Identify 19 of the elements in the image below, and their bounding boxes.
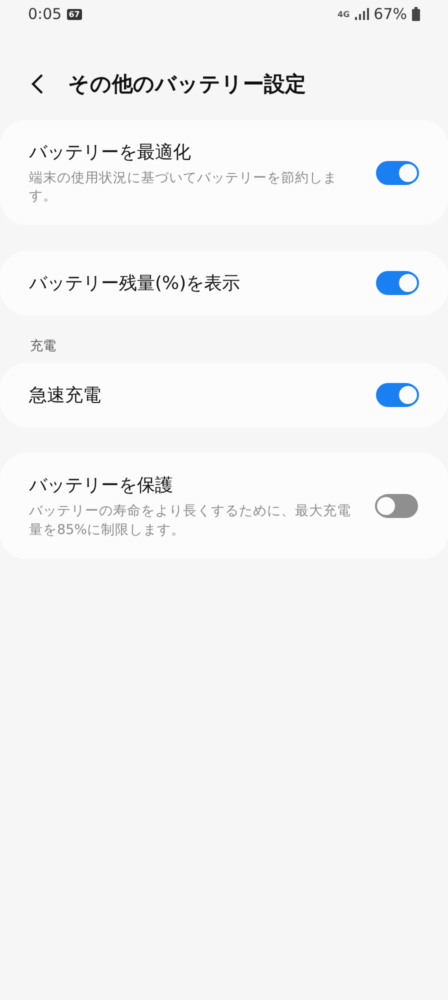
toggle-switch[interactable]: [376, 383, 418, 408]
status-time: 0:05: [28, 5, 62, 23]
toggle-switch[interactable]: [376, 494, 418, 518]
setting-description: 端末の使用状況に基づいてバッテリーを節約します。: [29, 169, 338, 206]
signal-icon: [354, 8, 369, 20]
setting-title: バッテリー残量(%)を表示: [29, 272, 242, 296]
page-title: その他のバッテリー設定: [68, 71, 306, 98]
setting-title: バッテリーを最適化: [29, 141, 192, 164]
notification-badge: 67: [66, 8, 82, 20]
section-label: 充電: [29, 338, 57, 356]
toggle-switch[interactable]: [376, 160, 418, 185]
setting-title: 急速充電: [29, 384, 102, 408]
setting-title: バッテリーを保護: [29, 474, 174, 498]
battery-percent: 67%: [374, 5, 407, 23]
setting-description: バッテリーの寿命をより長くするために、最大充電量を85%に制限します。: [29, 502, 352, 539]
network-type: 4G: [338, 10, 350, 18]
toggle-switch[interactable]: [376, 271, 418, 296]
back-icon[interactable]: [30, 73, 44, 95]
battery-icon: [412, 7, 420, 21]
